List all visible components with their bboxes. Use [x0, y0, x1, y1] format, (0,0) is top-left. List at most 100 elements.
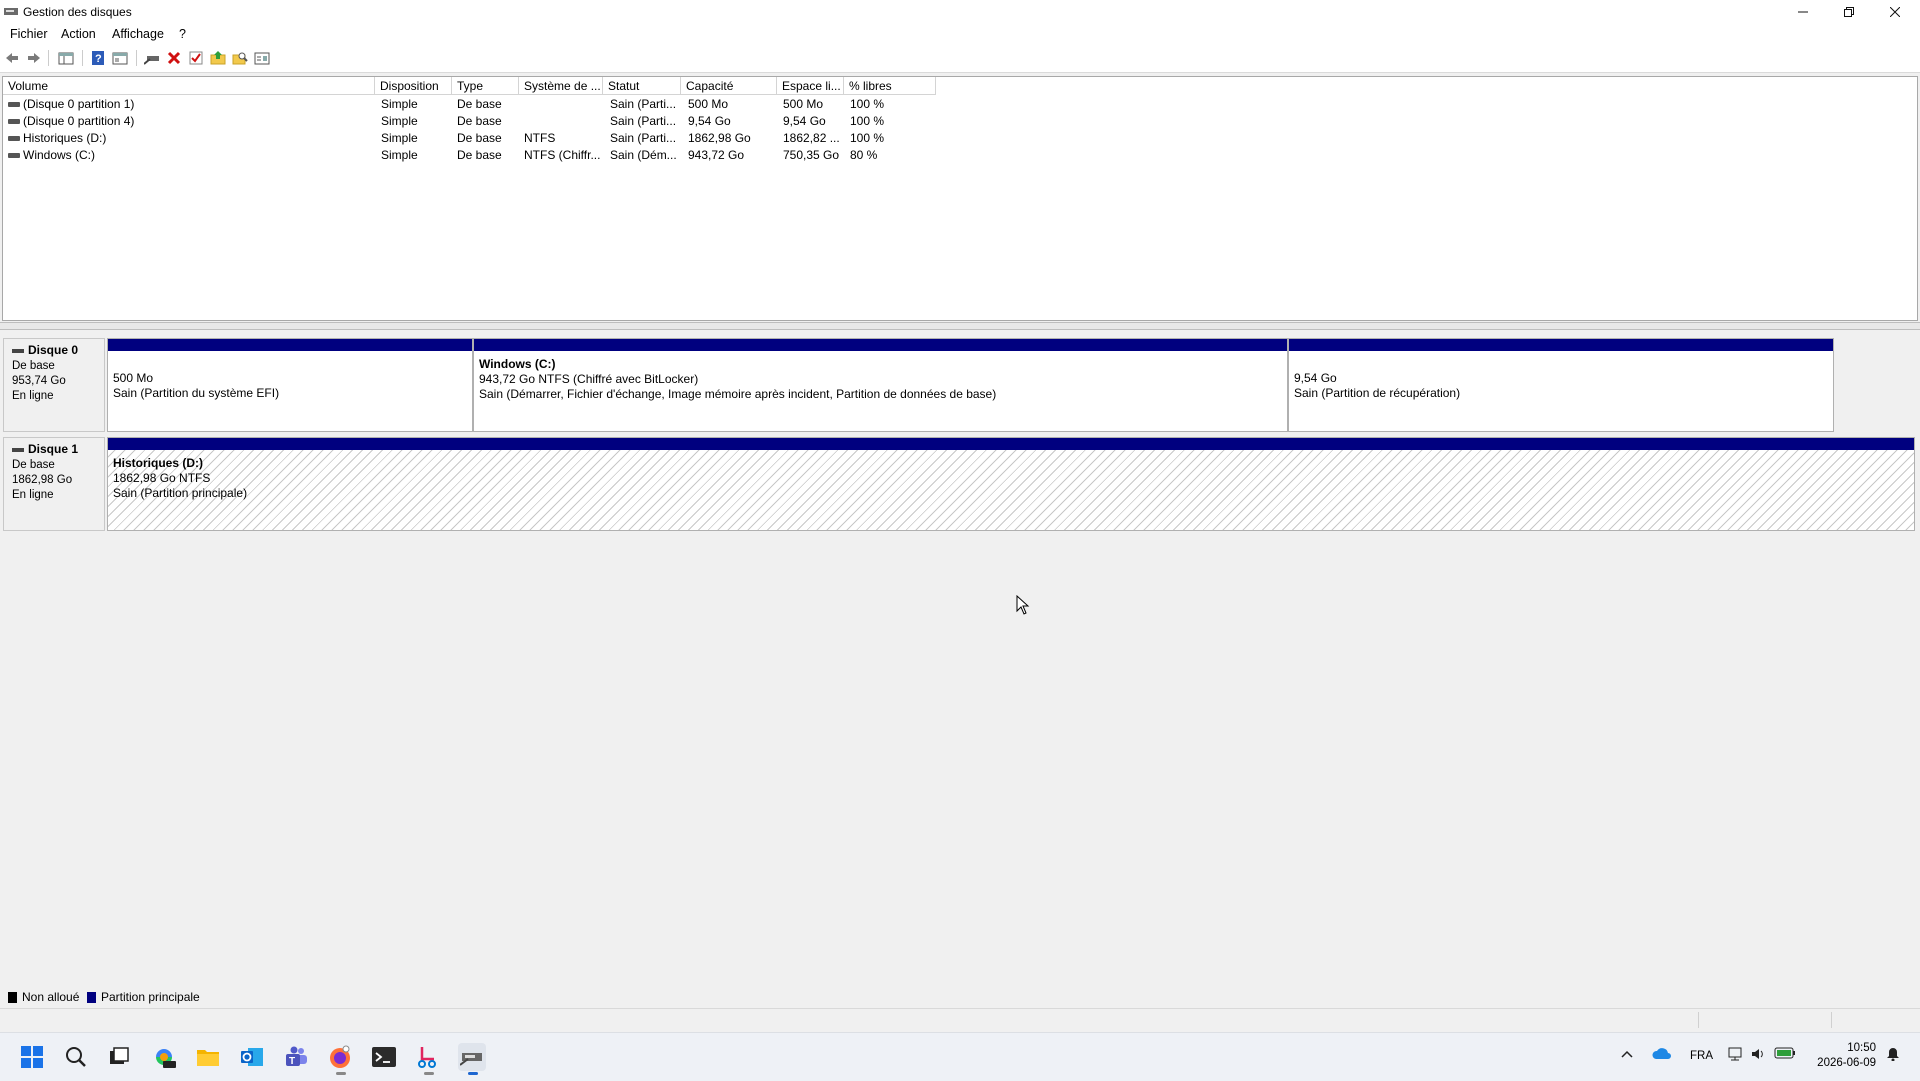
cell-status: Sain (Dém...	[610, 148, 677, 162]
input-language[interactable]: FRA	[1690, 1050, 1713, 1062]
show-hidden-icons-chevron-icon[interactable]	[1620, 1047, 1634, 1064]
task-view-icon[interactable]	[105, 1043, 133, 1071]
folder-up-icon[interactable]	[210, 50, 226, 66]
partition-efi[interactable]: 500 Mo Sain (Partition du système EFI)	[107, 338, 473, 432]
cell-filesystem: NTFS (Chiffr...	[524, 148, 601, 162]
table-row[interactable]: Historiques (D:) Simple De base NTFS Sai…	[3, 130, 1003, 147]
folder-search-icon[interactable]	[232, 50, 248, 66]
disk-1-label[interactable]: Disque 1 De base 1862,98 Go En ligne	[3, 437, 105, 531]
toolbar-separator	[136, 50, 137, 66]
cell-free-space: 1862,82 ...	[783, 131, 840, 145]
column-header-free-space[interactable]: Espace li...	[777, 77, 844, 95]
cell-type: De base	[457, 114, 502, 128]
volume-icon	[8, 102, 20, 107]
cell-capacity: 1862,98 Go	[688, 131, 751, 145]
file-explorer-icon[interactable]	[194, 1043, 222, 1071]
m365-copilot-icon[interactable]	[150, 1043, 178, 1071]
onedrive-icon[interactable]	[1652, 1046, 1672, 1063]
search-icon[interactable]	[62, 1043, 90, 1071]
battery-icon[interactable]	[1774, 1047, 1796, 1062]
minimize-button[interactable]	[1780, 0, 1826, 24]
clock-time: 10:50	[1847, 1042, 1876, 1054]
cell-type: De base	[457, 97, 502, 111]
partition-recovery[interactable]: 9,54 Go Sain (Partition de récupération)	[1288, 338, 1834, 432]
cell-disposition: Simple	[381, 97, 418, 111]
cell-free-space: 9,54 Go	[783, 114, 826, 128]
partition-status: Sain (Démarrer, Fichier d'échange, Image…	[479, 387, 997, 401]
mouse-cursor-icon	[1016, 595, 1030, 615]
delete-icon[interactable]	[166, 50, 182, 66]
toolbar-separator	[82, 50, 83, 66]
properties-icon[interactable]	[112, 50, 128, 66]
toolbar: ?	[0, 44, 1920, 73]
help-icon[interactable]: ?	[90, 50, 106, 66]
column-header-status[interactable]: Statut	[603, 77, 681, 95]
table-row[interactable]: (Disque 0 partition 4) Simple De base Sa…	[3, 113, 1003, 130]
notification-icon[interactable]	[1886, 1047, 1900, 1064]
minimize-icon	[1798, 11, 1808, 13]
disk-0-label[interactable]: Disque 0 De base 953,74 Go En ligne	[3, 338, 105, 432]
check-icon[interactable]	[188, 50, 204, 66]
disk-management-app-icon	[4, 8, 18, 15]
column-header-disposition[interactable]: Disposition	[375, 77, 452, 95]
firefox-icon[interactable]	[326, 1043, 354, 1075]
start-icon[interactable]	[18, 1043, 46, 1071]
clock-date: 2026-06-09	[1817, 1057, 1876, 1069]
connect-disk-icon[interactable]	[144, 50, 160, 66]
disk-state: En ligne	[12, 390, 54, 402]
partition-title: Windows (C:)	[479, 357, 556, 371]
menu-affichage[interactable]: Affichage	[112, 27, 164, 41]
disk-name: Disque 1	[28, 442, 79, 456]
terminal-icon[interactable]	[370, 1043, 398, 1071]
close-icon	[1890, 7, 1900, 17]
partition-windows-c[interactable]: Windows (C:) 943,72 Go NTFS (Chiffré ave…	[473, 338, 1288, 432]
cell-capacity: 943,72 Go	[688, 148, 745, 162]
outlook-icon[interactable]	[238, 1043, 266, 1071]
column-header-percent-free[interactable]: % libres	[844, 77, 936, 95]
column-header-type[interactable]: Type	[452, 77, 519, 95]
column-header-volume[interactable]: Volume	[3, 77, 375, 95]
legend-label-unallocated: Non alloué	[22, 990, 80, 1004]
svg-text:?: ?	[95, 53, 102, 65]
disk-management-icon[interactable]	[458, 1043, 486, 1075]
window-title: Gestion des disques	[23, 5, 132, 19]
menu-bar: Fichier Action Affichage ?	[0, 24, 1920, 44]
menu-fichier[interactable]: Fichier	[10, 27, 48, 41]
cell-status: Sain (Parti...	[610, 97, 677, 111]
settings-list-icon[interactable]	[254, 50, 270, 66]
volume-icon	[8, 136, 20, 141]
cell-status: Sain (Parti...	[610, 114, 677, 128]
clock[interactable]: 10:50 2026-06-09	[1812, 1041, 1876, 1071]
cell-capacity: 9,54 Go	[688, 114, 731, 128]
legend-swatch-primary	[87, 992, 96, 1003]
volume-icon[interactable]	[1750, 1046, 1766, 1065]
forward-icon[interactable]	[26, 50, 42, 66]
pane-splitter[interactable]	[0, 322, 1920, 330]
status-divider	[1698, 1012, 1699, 1028]
menu-help[interactable]: ?	[179, 27, 186, 41]
teams-icon[interactable]: T	[282, 1043, 310, 1071]
column-header-capacity[interactable]: Capacité	[681, 77, 777, 95]
taskbar: T FRA 10:50 2026-06-09	[0, 1032, 1920, 1081]
table-row[interactable]: Windows (C:) Simple De base NTFS (Chiffr…	[3, 147, 1003, 164]
cell-percent-free: 80 %	[850, 148, 878, 162]
back-icon[interactable]	[4, 50, 20, 66]
toolbar-separator	[48, 50, 49, 66]
running-indicator	[336, 1072, 346, 1075]
disk-icon	[12, 447, 24, 452]
console-tree-icon[interactable]	[58, 50, 74, 66]
partition-historiques-d[interactable]: Historiques (D:) 1862,98 Go NTFS Sain (P…	[107, 437, 1915, 531]
disk-state: En ligne	[12, 489, 54, 501]
partition-title: Historiques (D:)	[113, 456, 203, 470]
restore-button[interactable]	[1826, 0, 1872, 24]
close-button[interactable]	[1872, 0, 1918, 24]
partition-bar	[1289, 339, 1833, 351]
menu-action[interactable]: Action	[61, 27, 96, 41]
cell-disposition: Simple	[381, 114, 418, 128]
network-icon[interactable]	[1728, 1046, 1744, 1065]
disk-graphical-view: Disque 0 De base 953,74 Go En ligne 500 …	[0, 330, 1920, 1000]
disk-size: 953,74 Go	[12, 375, 66, 387]
table-row[interactable]: (Disque 0 partition 1) Simple De base Sa…	[3, 96, 1003, 113]
column-header-filesystem[interactable]: Système de ...	[519, 77, 603, 95]
snipping-tool-icon[interactable]	[414, 1043, 442, 1075]
